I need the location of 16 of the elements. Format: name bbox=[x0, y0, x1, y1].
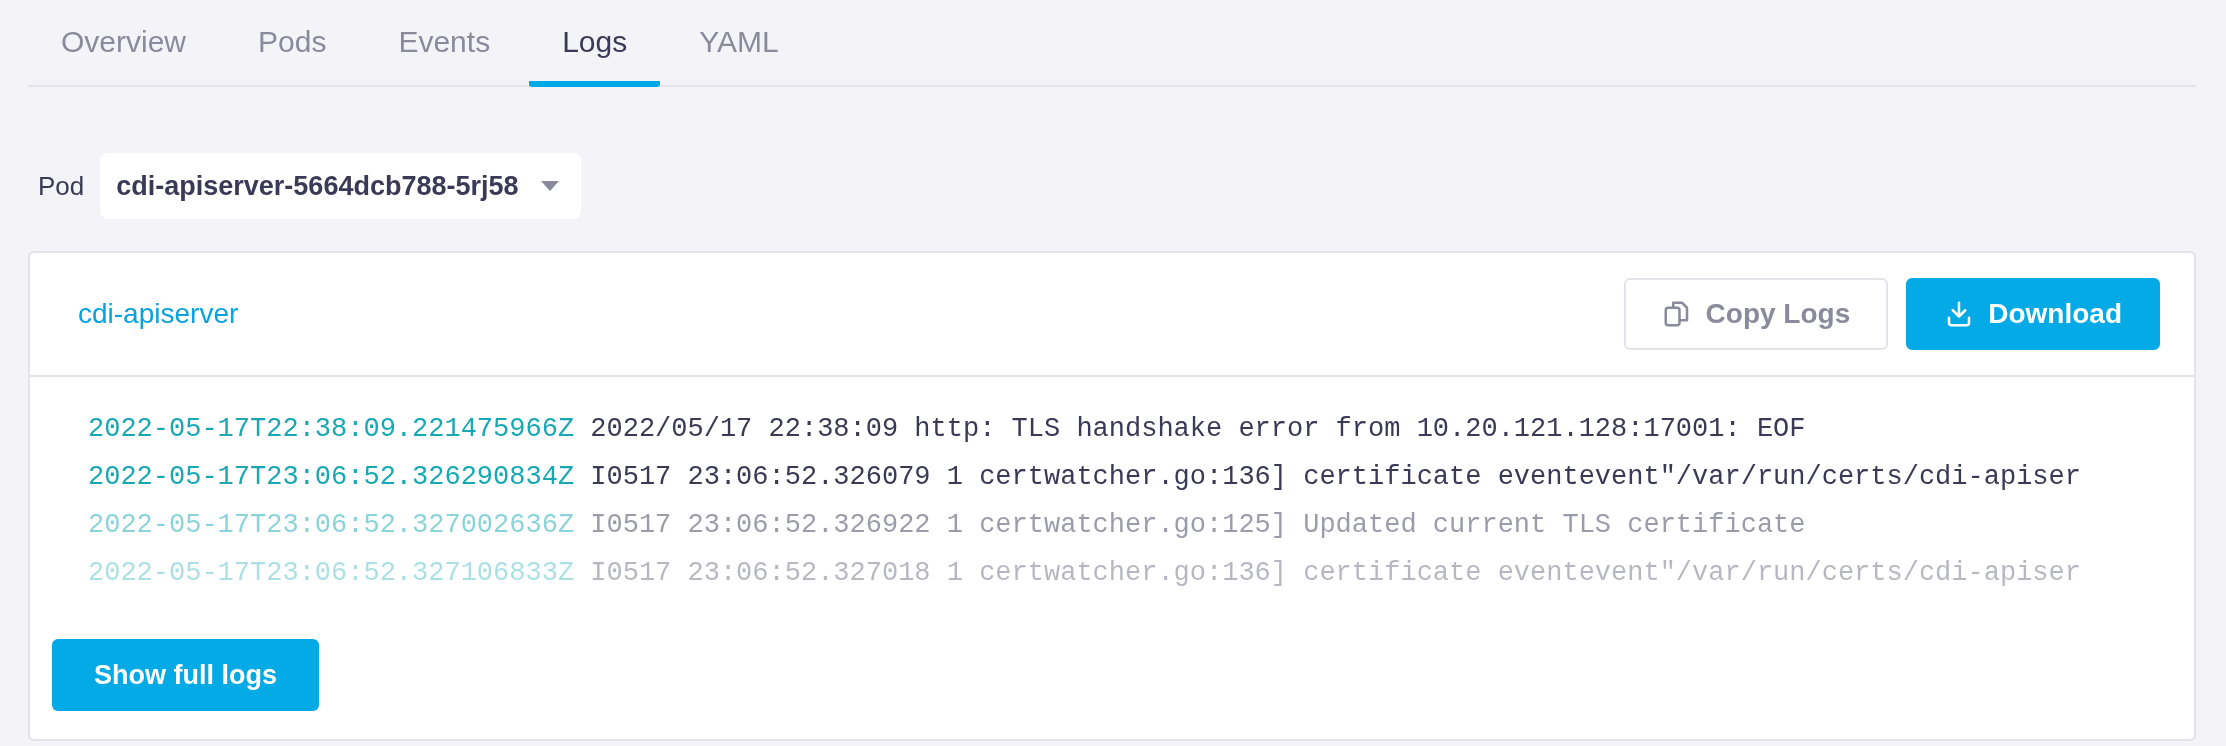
tab[interactable]: Events bbox=[365, 2, 524, 87]
log-line: 2022-05-17T22:38:09.221475966Z 2022/05/17 22:38:09 http: TLS handshake error from 10.20.121.128:17001: EOF bbox=[88, 413, 1806, 446]
copy-button[interactable]: Copy Logs bbox=[1623, 278, 1889, 350]
pod-dropdown[interactable]: cdi-apiserver-5664dcb788-5rj58 bbox=[100, 153, 581, 219]
tab[interactable]: Logs bbox=[529, 2, 661, 87]
log-line: 2022-05-17T23:06:52.326290834Z I0517 23:06:52.326079 1 certwatcher.go:136] certificate eventevent"/var/run/certs/cdi-apiser bbox=[88, 461, 2081, 494]
log-line: 2022-05-17T23:06:52.327002636Z I0517 23:06:52.326922 1 certwatcher.go:125] Updated current TLS certificate bbox=[88, 509, 1806, 542]
download-button[interactable]: Download bbox=[1906, 278, 2160, 350]
caret-icon bbox=[540, 181, 559, 191]
container-title: cdi-apiserver bbox=[78, 298, 239, 330]
log-line: 2022-05-17T23:06:52.327106833Z I0517 23:06:52.327018 1 certwatcher.go:136] certificate eventevent"/var/run/certs/cdi-apiser bbox=[88, 557, 2081, 590]
show-full-logs-button[interactable]: Show full logs bbox=[52, 639, 319, 711]
tab[interactable]: Pods bbox=[225, 2, 360, 87]
field-label: Pod bbox=[38, 170, 85, 202]
tab[interactable]: YAML bbox=[666, 2, 812, 87]
tab[interactable]: Overview bbox=[28, 2, 220, 87]
